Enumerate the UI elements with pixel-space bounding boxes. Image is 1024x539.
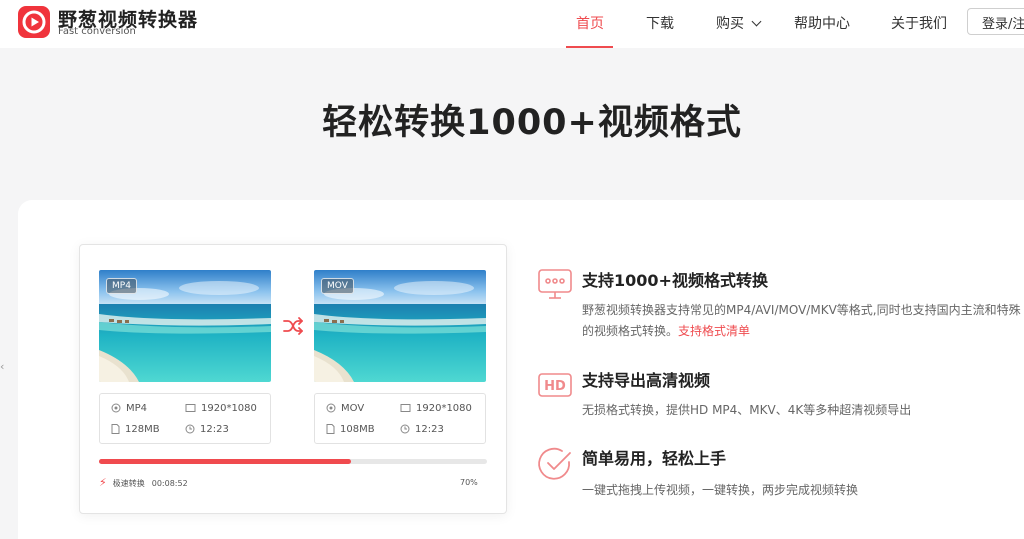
target-format-value: MOV <box>341 403 365 414</box>
feature-title-hd: 支持导出高清视频 <box>582 371 711 390</box>
target-file-info: MOV 1920*1080 108MB 12:23 <box>314 393 486 444</box>
target-size-value: 108MB <box>340 424 375 435</box>
progress-percent: 70% <box>460 478 478 487</box>
nav-download[interactable]: 下载 <box>646 13 674 33</box>
feature-title-formats: 支持1000+视频格式转换 <box>582 271 768 290</box>
nav-buy[interactable]: 购买 <box>716 13 762 33</box>
feature-desc-formats-text: 野葱视频转换器支持常见的MP4/AVI/MOV/MKV等格式,同时也支持国内主流… <box>582 303 1021 338</box>
hd-icon: HD <box>536 366 574 404</box>
carousel-prev-icon[interactable]: ‹ <box>0 360 4 373</box>
source-file-info: MP4 1920*1080 128MB 12:23 <box>99 393 271 444</box>
target-resolution-value: 1920*1080 <box>416 403 472 414</box>
hero-title: 轻松转换1000+视频格式 <box>322 103 742 143</box>
conversion-progress-fill <box>99 459 352 464</box>
source-video-thumbnail: MP4 <box>99 270 271 382</box>
feature-title-easy: 简单易用，轻松上手 <box>582 449 727 468</box>
feature-desc-formats: 野葱视频转换器支持常见的MP4/AVI/MOV/MKV等格式,同时也支持国内主流… <box>582 300 1022 342</box>
target-resolution-info: 1920*1080 <box>400 403 472 414</box>
convert-arrow-icon <box>282 315 304 337</box>
file-icon <box>326 424 335 434</box>
source-size-info: 128MB <box>111 424 160 435</box>
target-format-info: MOV <box>326 403 364 414</box>
target-video-thumbnail: MOV <box>314 270 486 382</box>
conversion-progress-bar <box>99 459 487 464</box>
supported-formats-link[interactable]: 支持格式清单 <box>678 324 750 338</box>
converter-demo-card: MP4 MOV MP4 1920*1080 128MB 12:23 MOV 19… <box>79 244 507 514</box>
file-icon <box>111 424 120 434</box>
source-resolution-value: 1920*1080 <box>201 403 257 414</box>
source-duration-value: 12:23 <box>200 424 229 435</box>
source-resolution-info: 1920*1080 <box>185 403 257 414</box>
conversion-status: ⚡ 极速转换 00:08:52 <box>99 476 188 489</box>
nav-about-us[interactable]: 关于我们 <box>891 13 947 33</box>
nav-help-center[interactable]: 帮助中心 <box>794 13 850 33</box>
feature-desc-hd: 无损格式转换，提供HD MP4、MKV、4K等多种超清视频导出 <box>582 403 912 417</box>
login-register-button[interactable]: 登录/注册 <box>967 8 1024 35</box>
resolution-icon <box>185 404 196 412</box>
top-header: 野葱视频转换器 Fast conversion 首页 下载 购买 帮助中心 关于… <box>0 0 1024 48</box>
lightning-icon: ⚡ <box>99 476 107 489</box>
clock-icon <box>185 424 195 434</box>
resolution-icon <box>400 404 411 412</box>
clock-icon <box>400 424 410 434</box>
format-icon <box>111 403 121 413</box>
check-circle-icon <box>536 445 574 483</box>
speed-label: 极速转换 <box>112 479 145 488</box>
target-format-tag: MOV <box>321 278 354 294</box>
nav-active-indicator <box>566 46 613 48</box>
monitor-icon <box>536 266 574 304</box>
target-size-info: 108MB <box>326 424 375 435</box>
nav-home[interactable]: 首页 <box>576 13 604 33</box>
source-format-value: MP4 <box>126 403 148 414</box>
source-duration-info: 12:23 <box>185 424 229 435</box>
source-format-info: MP4 <box>111 403 147 414</box>
target-duration-value: 12:23 <box>415 424 444 435</box>
target-duration-info: 12:23 <box>400 424 444 435</box>
elapsed-time: 00:08:52 <box>151 479 188 488</box>
source-format-tag: MP4 <box>106 278 137 294</box>
logo-icon[interactable] <box>18 6 50 38</box>
chevron-down-icon <box>751 16 762 27</box>
format-icon <box>326 403 336 413</box>
nav-buy-label: 购买 <box>716 16 744 32</box>
feature-desc-easy: 一键式拖拽上传视频，一键转换，两步完成视频转换 <box>582 483 859 497</box>
brand-subtitle: Fast conversion <box>58 26 136 37</box>
svg-text:HD: HD <box>544 379 566 394</box>
source-size-value: 128MB <box>125 424 160 435</box>
